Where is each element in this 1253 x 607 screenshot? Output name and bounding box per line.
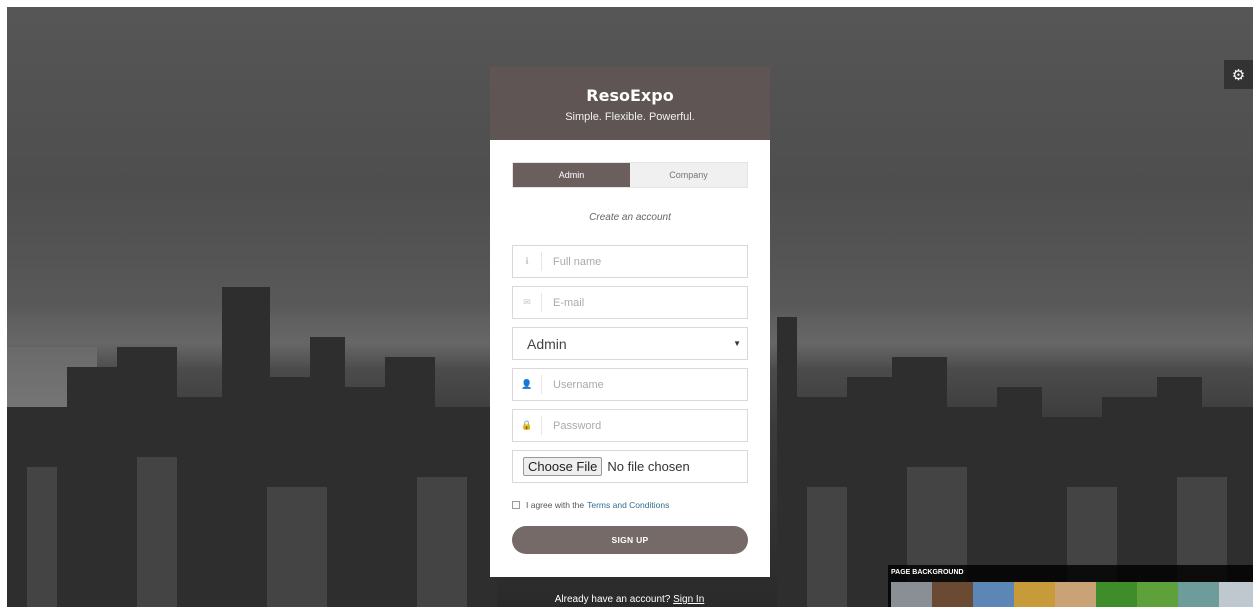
chevron-down-icon: ▼	[733, 339, 741, 348]
agree-text: I agree with the	[526, 500, 585, 510]
background-picker: PAGE BACKGROUND	[888, 565, 1253, 607]
background-thumbnail-tree[interactable]	[1178, 582, 1219, 607]
background-thumbnail-mountains[interactable]	[973, 582, 1014, 607]
username-field: 👤	[512, 368, 748, 401]
background-thumbnail-market[interactable]	[932, 582, 973, 607]
terms-link[interactable]: Terms and Conditions	[587, 500, 669, 510]
background-thumbnails	[891, 582, 1253, 607]
tab-admin[interactable]: Admin	[513, 163, 630, 187]
info-icon: ℹ	[513, 252, 542, 271]
envelope-icon: ✉	[513, 293, 542, 312]
card-header: ResoExpo Simple. Flexible. Powerful.	[490, 67, 770, 140]
terms-checkbox[interactable]	[512, 501, 520, 509]
sign-in-link[interactable]: Sign In	[673, 594, 704, 605]
settings-gear-button[interactable]: ⚙	[1224, 60, 1253, 89]
full-name-field: ℹ	[512, 245, 748, 278]
tab-company[interactable]: Company	[630, 163, 747, 187]
full-name-input[interactable]	[542, 246, 747, 277]
password-input[interactable]	[542, 410, 747, 441]
background-thumbnail-field[interactable]	[1137, 582, 1178, 607]
email-input[interactable]	[542, 287, 747, 318]
background-picker-label: PAGE BACKGROUND	[891, 569, 964, 576]
form-heading: Create an account	[589, 212, 671, 223]
brand-title: ResoExpo	[586, 86, 674, 105]
email-field: ✉	[512, 286, 748, 319]
sign-up-button[interactable]: SIGN UP	[512, 526, 748, 554]
choose-file-button[interactable]: Choose File	[523, 457, 603, 476]
account-type-tabs: Admin Company	[512, 162, 748, 188]
user-icon: 👤	[513, 375, 542, 394]
lock-icon: 🔒	[513, 416, 542, 435]
signin-prompt-text: Already have an account?	[554, 594, 671, 605]
username-input[interactable]	[542, 369, 747, 400]
background-thumbnail-city-aerial[interactable]	[891, 582, 932, 607]
role-select[interactable]: Admin ▼	[512, 327, 748, 360]
background-thumbnail-grass[interactable]	[1096, 582, 1137, 607]
brand-tagline: Simple. Flexible. Powerful.	[565, 111, 695, 123]
background-thumbnail-wheat[interactable]	[1014, 582, 1055, 607]
password-field: 🔒	[512, 409, 748, 442]
gears-icon: ⚙	[1231, 66, 1246, 84]
background-thumbnail-more[interactable]	[1219, 582, 1253, 607]
signup-card: ResoExpo Simple. Flexible. Powerful. Adm…	[490, 67, 770, 577]
terms-agreement: I agree with the Terms and Conditions	[512, 500, 669, 510]
file-upload-field: Choose File No file chosen	[512, 450, 748, 483]
role-selected-value: Admin	[527, 335, 567, 352]
background-thumbnail-feather[interactable]	[1055, 582, 1096, 607]
file-status: No file chosen	[607, 459, 690, 474]
